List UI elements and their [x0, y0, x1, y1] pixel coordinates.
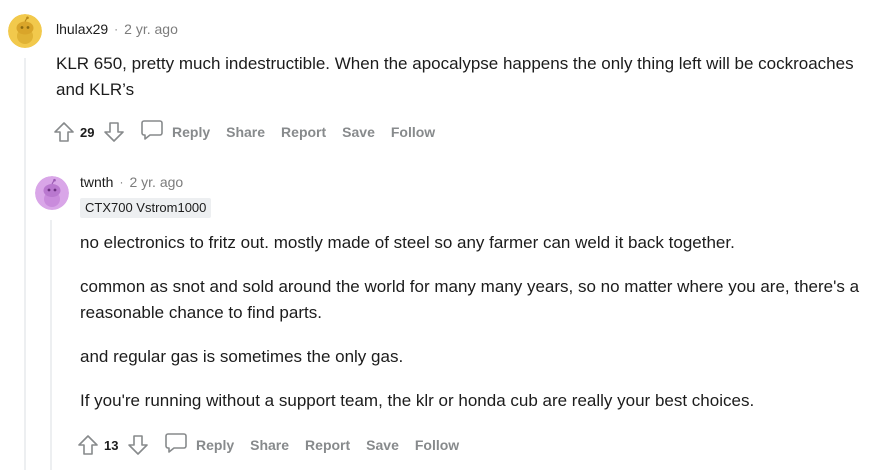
comment-body: KLR 650, pretty much indestructible. Whe…	[56, 51, 856, 103]
comment-paragraph: and regular gas is sometimes the only ga…	[80, 347, 404, 366]
reply-button[interactable]: Reply	[140, 119, 210, 146]
share-button[interactable]: Share	[250, 437, 289, 453]
save-button[interactable]: Save	[342, 124, 375, 140]
vote-score: 13	[104, 437, 119, 453]
report-button[interactable]: Report	[281, 124, 326, 140]
reply-button[interactable]: Reply	[164, 432, 234, 459]
timestamp[interactable]: 2 yr. ago	[124, 21, 178, 37]
arrow-up-icon[interactable]	[76, 433, 100, 457]
follow-button[interactable]: Follow	[415, 437, 459, 453]
arrow-down-icon[interactable]	[126, 433, 150, 457]
report-button[interactable]: Report	[305, 437, 350, 453]
comment-actions: 29 Reply Share Report Save Follow	[52, 118, 435, 146]
snoo-avatar-icon[interactable]	[8, 14, 42, 48]
comment-meta: lhulax29 · 2 yr. ago	[56, 21, 178, 37]
username[interactable]: lhulax29	[56, 21, 108, 37]
comment-paragraph: If you're running without a support team…	[80, 391, 755, 410]
comment-meta: twnth · 2 yr. ago	[80, 174, 183, 190]
comment-paragraph: no electronics to fritz out. mostly made…	[80, 233, 735, 252]
save-button[interactable]: Save	[366, 437, 399, 453]
comment-paragraph: KLR 650, pretty much indestructible. Whe…	[56, 54, 854, 99]
share-button[interactable]: Share	[226, 124, 265, 140]
timestamp[interactable]: 2 yr. ago	[129, 174, 183, 190]
comment-body: no electronics to fritz out. mostly made…	[80, 230, 860, 414]
meta-separator: ·	[114, 22, 119, 36]
meta-separator: ·	[119, 175, 124, 189]
thread-line[interactable]	[24, 58, 26, 470]
arrow-down-icon[interactable]	[102, 120, 126, 144]
speech-bubble-icon	[164, 432, 188, 459]
follow-button[interactable]: Follow	[391, 124, 435, 140]
snoo-avatar-icon[interactable]	[35, 176, 69, 210]
comment-actions: 13 Reply Share Report Save Follow	[76, 431, 459, 459]
speech-bubble-icon	[140, 119, 164, 146]
arrow-up-icon[interactable]	[52, 120, 76, 144]
reply-label: Reply	[172, 124, 211, 140]
comment-paragraph: common as snot and sold around the world…	[80, 277, 860, 322]
reply-label: Reply	[196, 437, 235, 453]
user-flair: CTX700 Vstrom1000	[80, 198, 212, 218]
username[interactable]: twnth	[80, 174, 113, 190]
thread-line[interactable]	[50, 220, 52, 470]
vote-score: 29	[80, 124, 95, 140]
